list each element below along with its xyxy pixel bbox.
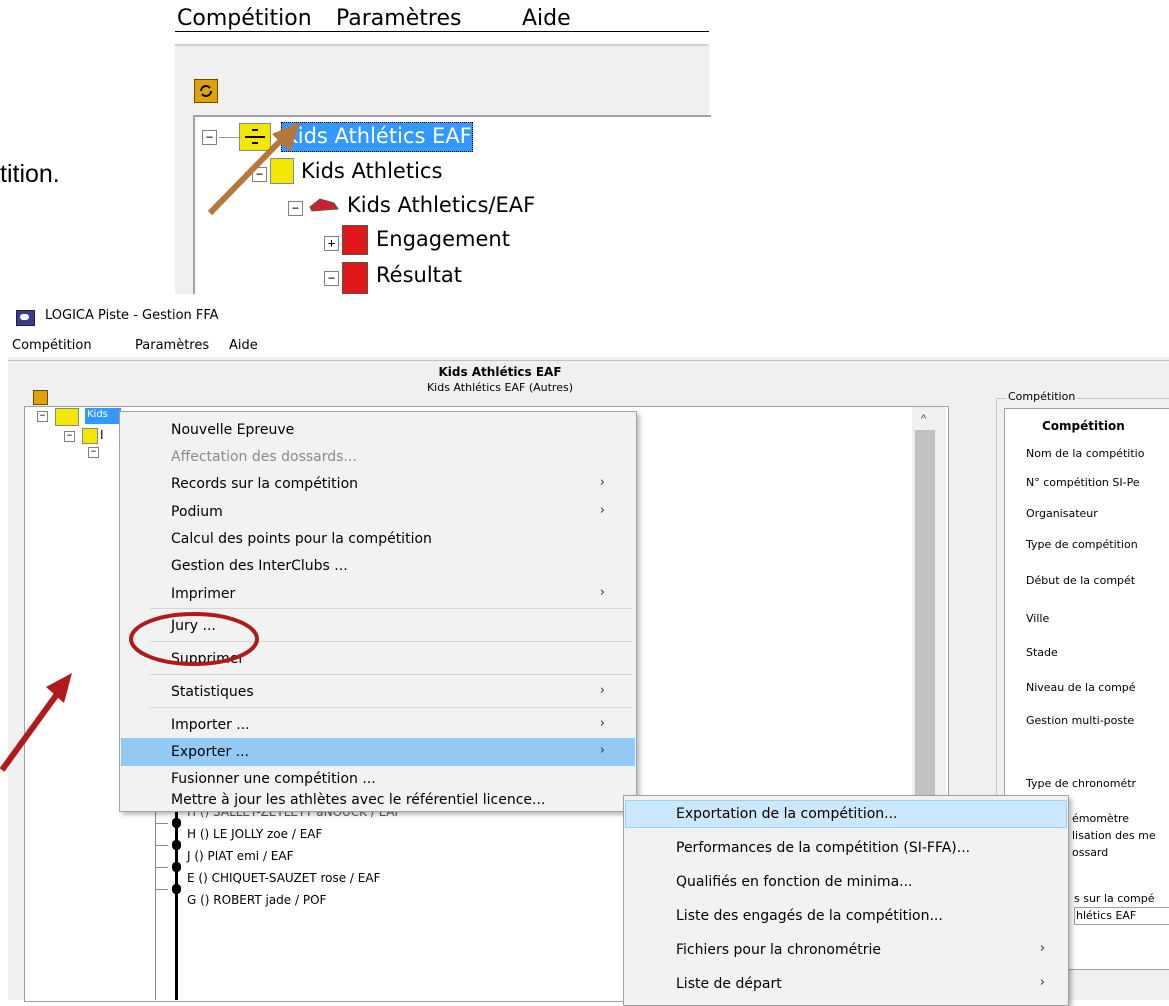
inset-menu-parametres[interactable]: Paramètres xyxy=(336,6,461,31)
refresh-icon[interactable] xyxy=(33,390,48,405)
field-label-numero: N° compétition SI-Pe xyxy=(1026,476,1140,489)
submenu-arrow-icon: › xyxy=(599,585,605,600)
events-list[interactable]: hlétics EAF xyxy=(1074,907,1169,925)
field-label-nom: Nom de la compétitio xyxy=(1026,447,1145,460)
menu-item-records[interactable]: Records sur la compétition › xyxy=(121,470,635,498)
menu-item-exporter[interactable]: Exporter ... › xyxy=(121,738,635,766)
submenu-arrow-icon: › xyxy=(599,743,605,758)
field-label-epreuves: s sur la compé xyxy=(1074,892,1155,905)
submenu-item-exportation[interactable]: Exportation de la compétition... xyxy=(625,800,1067,828)
field-label-debut: Début de la compét xyxy=(1026,574,1136,587)
submenu-arrow-icon: › xyxy=(599,475,605,490)
menu-item-affectation-dossards: Affectation des dossards... xyxy=(171,449,357,465)
window-menubar: Compétition Paramètres Aide xyxy=(0,332,1169,357)
athlete-icon xyxy=(172,884,181,894)
field-label-stade: Stade xyxy=(1026,646,1058,659)
submenu-arrow-icon: › xyxy=(599,683,605,698)
tree-root-selected[interactable]: Kids xyxy=(85,408,121,424)
submenu-item-liste-depart[interactable]: Liste de départ › xyxy=(625,970,1067,998)
annotation-arrow-brown xyxy=(207,122,300,216)
menu-item-nouvelle-epreuve[interactable]: Nouvelle Epreuve xyxy=(121,416,635,444)
field-label-ville: Ville xyxy=(1026,612,1050,625)
header-subtitle: Kids Athlétics EAF (Autres) xyxy=(426,381,574,394)
folder-red-icon xyxy=(342,262,368,294)
submenu-item-qualifies[interactable]: Qualifiés en fonction de minima... xyxy=(625,868,1067,896)
tree-child-label[interactable]: I xyxy=(100,428,104,442)
menu-item-podium[interactable]: Podium › xyxy=(121,498,635,526)
collapse-icon[interactable]: − xyxy=(324,271,339,286)
tree-root-label: Kids xyxy=(87,409,108,420)
field-label-niveau: Niveau de la compé xyxy=(1026,681,1136,694)
collapse-icon[interactable]: − xyxy=(37,411,48,422)
scroll-up-icon[interactable]: ^ xyxy=(921,413,926,425)
inset-tree-item-resultat[interactable]: Résultat xyxy=(376,263,462,287)
inset-menu-aide[interactable]: Aide xyxy=(522,6,571,31)
menu-competition[interactable]: Compétition xyxy=(12,338,92,353)
field-label-utilisation: lisation des me xyxy=(1072,829,1156,842)
field-label-type: Type de compétition xyxy=(1026,538,1138,551)
app-icon xyxy=(16,310,35,326)
athlete-row[interactable]: E () CHIQUET-SAUZET rose / EAF xyxy=(187,871,380,885)
submenu-arrow-icon: › xyxy=(1039,941,1045,956)
athlete-icon xyxy=(172,862,181,872)
submenu-arrow-icon: › xyxy=(599,716,605,731)
tree-line xyxy=(175,806,178,1000)
menu-item-fusionner[interactable]: Fusionner une compétition ... xyxy=(121,765,635,793)
menu-item-importer[interactable]: Importer ... › xyxy=(121,711,635,739)
competition-icon xyxy=(55,408,79,426)
submenu-item-performances[interactable]: Performances de la compétition (SI-FFA).… xyxy=(625,834,1067,862)
tree-line xyxy=(155,806,156,1000)
submenu-arrow-icon: › xyxy=(1039,975,1045,990)
collapse-icon[interactable]: − xyxy=(64,431,75,442)
events-list-item: hlétics EAF xyxy=(1076,909,1137,922)
header-title: Kids Athlétics EAF xyxy=(438,365,562,379)
window-title: LOGICA Piste - Gestion FFA xyxy=(45,308,219,323)
athlete-icon xyxy=(172,818,181,828)
field-label-dossard: ossard xyxy=(1072,846,1109,859)
menu-separator xyxy=(150,707,632,708)
field-label-chronometre: Type de chronométr xyxy=(1026,777,1137,790)
window-titlebar: LOGICA Piste - Gestion FFA xyxy=(0,302,1169,332)
athlete-icon xyxy=(172,840,181,850)
menu-item-mettre-a-jour[interactable]: Mettre à jour les athlètes avec le référ… xyxy=(121,792,635,810)
collapse-icon[interactable]: − xyxy=(88,447,99,458)
divider xyxy=(8,360,1169,361)
athlete-row[interactable]: H () LE JOLLY zoe / EAF xyxy=(187,827,322,841)
menu-item-interclubs[interactable]: Gestion des InterClubs ... xyxy=(121,552,635,580)
inset-menu-underline-hint xyxy=(175,31,709,32)
menu-aide[interactable]: Aide xyxy=(229,338,258,353)
export-submenu: Exportation de la compétition... Perform… xyxy=(623,795,1069,1006)
inset-menu-competition[interactable]: Compétition xyxy=(177,6,312,31)
folder-red-icon xyxy=(342,225,368,255)
menu-item-calcul-points[interactable]: Calcul des points pour la compétition xyxy=(121,525,635,553)
menu-item-imprimer[interactable]: Imprimer › xyxy=(121,580,635,608)
competition-heading: Compétition xyxy=(1042,419,1125,433)
inset-tree-grandchild-label[interactable]: Kids Athletics/EAF xyxy=(347,193,535,217)
event-icon xyxy=(82,428,98,444)
athlete-row[interactable]: J () PIAT emi / EAF xyxy=(187,849,294,863)
field-label-anemometre: émomètre xyxy=(1072,812,1130,825)
submenu-item-chronometrie[interactable]: Fichiers pour la chronométrie › xyxy=(625,936,1067,964)
expand-icon[interactable]: + xyxy=(324,236,339,251)
caption-fragment: tition. xyxy=(0,160,60,188)
inset-tree-item-engagement[interactable]: Engagement xyxy=(376,227,510,251)
inset-tree-child-label[interactable]: Kids Athletics xyxy=(301,159,442,183)
menu-item-statistiques[interactable]: Statistiques › xyxy=(121,678,635,706)
annotation-arrow-red xyxy=(0,673,72,772)
competition-group-label: Compétition xyxy=(1006,390,1078,403)
field-label-organisateur: Organisateur xyxy=(1026,507,1098,520)
submenu-item-liste-engages[interactable]: Liste des engagés de la compétition... xyxy=(625,902,1067,930)
annotation-circle-imprimer xyxy=(129,612,259,666)
field-label-multiposte: Gestion multi-poste xyxy=(1026,714,1135,727)
inset-menubar: Compétition Paramètres Aide xyxy=(175,0,709,44)
refresh-icon[interactable] xyxy=(194,79,218,103)
submenu-arrow-icon: › xyxy=(599,503,605,518)
menu-parametres[interactable]: Paramètres xyxy=(135,338,209,353)
athlete-row[interactable]: G () ROBERT jade / POF xyxy=(187,893,326,907)
menu-separator xyxy=(150,674,632,675)
